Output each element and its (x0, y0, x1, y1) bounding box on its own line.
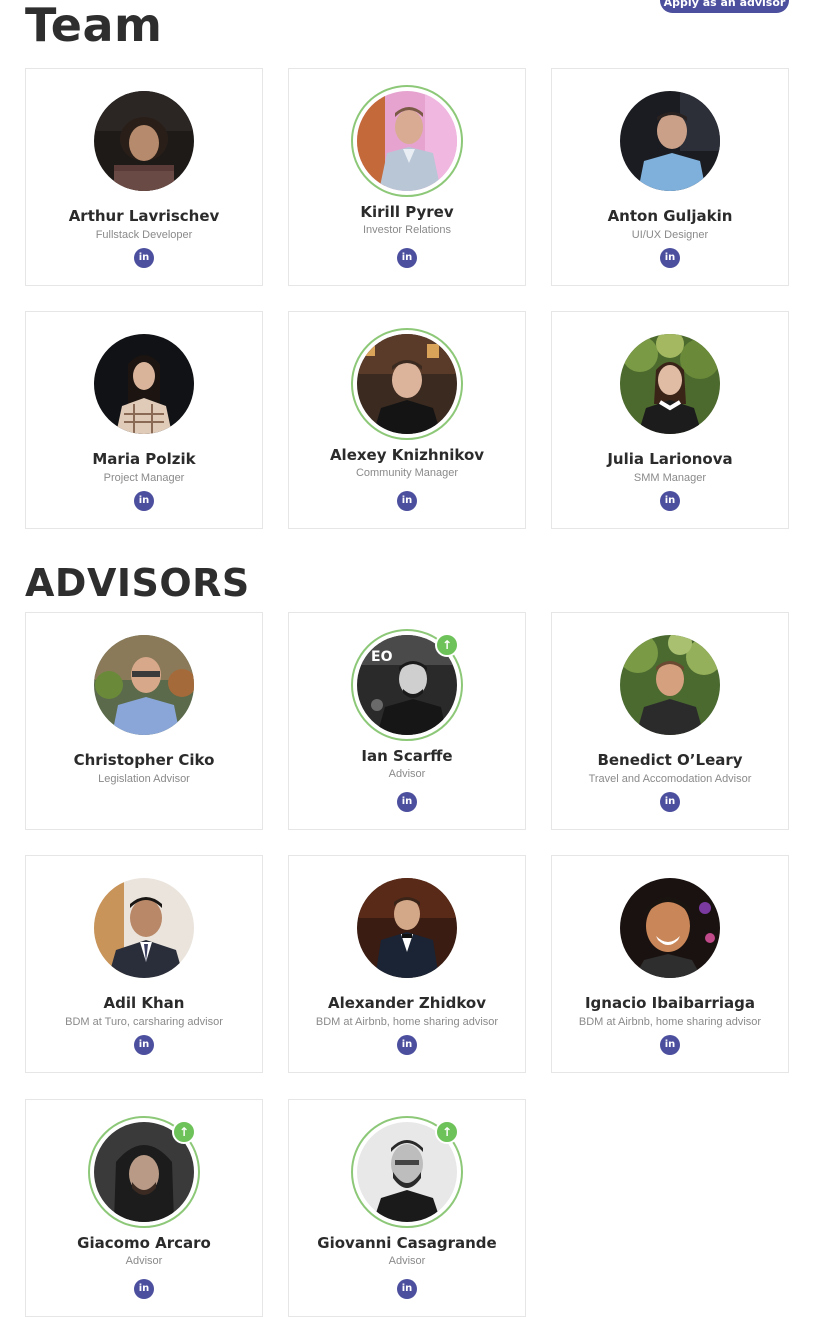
avatar (94, 878, 194, 978)
linkedin-icon[interactable]: in (397, 1035, 417, 1055)
team-card: Julia Larionova SMM Manager in (551, 311, 789, 529)
member-name: Julia Larionova (607, 450, 733, 468)
team-card: Arthur Lavrischev Fullstack Developer in (25, 68, 263, 286)
linkedin-icon[interactable]: in (660, 248, 680, 268)
advisor-role: Advisor (388, 768, 426, 780)
advisor-card: ↑ Giacomo Arcaro Advisor in (25, 1099, 263, 1317)
linkedin-icon[interactable]: in (660, 792, 680, 812)
linkedin-icon[interactable]: in (397, 491, 417, 511)
avatar (94, 635, 194, 735)
linkedin-icon[interactable]: in (397, 1279, 417, 1299)
avatar (357, 878, 457, 978)
member-role: Investor Relations (362, 224, 452, 236)
advisor-role: Advisor (388, 1255, 426, 1267)
advisor-name: Alexander Zhidkov (327, 994, 487, 1012)
team-card: Kirill Pyrev Investor Relations in (288, 68, 526, 286)
avatar (620, 334, 720, 434)
advisor-card: Ignacio Ibaibarriaga BDM at Airbnb, home… (551, 855, 789, 1073)
advisor-card: Alexander Zhidkov BDM at Airbnb, home sh… (288, 855, 526, 1073)
avatar (94, 334, 194, 434)
advisor-name: Giovanni Casagrande (317, 1234, 497, 1252)
advisor-role: BDM at Airbnb, home sharing advisor (578, 1016, 762, 1028)
advisor-name: Ignacio Ibaibarriaga (584, 994, 756, 1012)
linkedin-icon[interactable]: in (397, 792, 417, 812)
advisors-heading: ADVISORS (25, 561, 250, 605)
member-name: Arthur Lavrischev (68, 207, 220, 225)
avatar (620, 878, 720, 978)
member-role: Fullstack Developer (95, 229, 193, 241)
advisor-card: Christopher Ciko Legislation Advisor (25, 612, 263, 830)
advisor-role: Travel and Accomodation Advisor (588, 773, 752, 785)
upvote-icon: ↑ (435, 633, 459, 657)
member-role: SMM Manager (633, 472, 707, 484)
upvote-icon: ↑ (172, 1120, 196, 1144)
upvote-icon: ↑ (435, 1120, 459, 1144)
advisor-name: Giacomo Arcaro (77, 1234, 211, 1252)
linkedin-icon[interactable]: in (660, 1035, 680, 1055)
member-name: Kirill Pyrev (360, 203, 454, 221)
linkedin-icon[interactable]: in (660, 491, 680, 511)
avatar: EO ↑ (351, 629, 463, 741)
team-card: Alexey Knizhnikov Community Manager in (288, 311, 526, 529)
advisor-role: Legislation Advisor (98, 773, 190, 785)
team-heading: Team (25, 0, 163, 52)
advisor-name: Adil Khan (103, 994, 185, 1012)
advisor-name: Christopher Ciko (73, 751, 215, 769)
apply-as-advisor-button[interactable]: Apply as an advisor (660, 0, 789, 13)
avatar (351, 85, 463, 197)
avatar: ↑ (351, 1116, 463, 1228)
advisor-name: Ian Scarffe (361, 747, 453, 765)
advisor-role: BDM at Turo, carsharing advisor (65, 1016, 223, 1028)
advisor-card: EO ↑ Ian Scarffe Advisor in (288, 612, 526, 830)
linkedin-icon[interactable]: in (397, 248, 417, 268)
advisor-name: Benedict O’Leary (597, 751, 743, 769)
member-name: Alexey Knizhnikov (329, 446, 485, 464)
avatar: ↑ (88, 1116, 200, 1228)
team-card: Maria Polzik Project Manager in (25, 311, 263, 529)
avatar (620, 635, 720, 735)
linkedin-icon[interactable]: in (134, 248, 154, 268)
svg-text:EO: EO (371, 649, 393, 665)
member-role: Project Manager (103, 472, 185, 484)
advisor-role: BDM at Airbnb, home sharing advisor (315, 1016, 499, 1028)
linkedin-icon[interactable]: in (134, 1035, 154, 1055)
advisor-card: ↑ Giovanni Casagrande Advisor in (288, 1099, 526, 1317)
member-name: Anton Guljakin (607, 207, 733, 225)
member-name: Maria Polzik (92, 450, 196, 468)
advisor-card: Adil Khan BDM at Turo, carsharing adviso… (25, 855, 263, 1073)
avatar (94, 91, 194, 191)
team-card: Anton Guljakin UI/UX Designer in (551, 68, 789, 286)
avatar (351, 328, 463, 440)
advisor-role: Advisor (125, 1255, 163, 1267)
avatar (620, 91, 720, 191)
linkedin-icon[interactable]: in (134, 491, 154, 511)
advisor-card: Benedict O’Leary Travel and Accomodation… (551, 612, 789, 830)
member-role: Community Manager (355, 467, 459, 479)
linkedin-icon[interactable]: in (134, 1279, 154, 1299)
member-role: UI/UX Designer (631, 229, 709, 241)
